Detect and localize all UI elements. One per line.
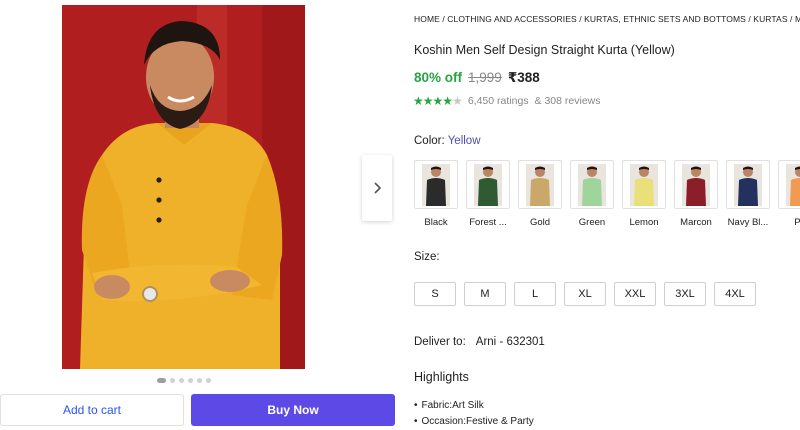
reviews-count: & 308 reviews	[534, 95, 601, 107]
breadcrumb[interactable]: HOME / CLOTHING AND ACCESSORIES / KURTAS…	[414, 14, 800, 24]
color-option-label: Marcon	[680, 217, 712, 228]
color-thumbnail	[466, 160, 510, 209]
color-thumbnail	[518, 160, 562, 209]
star-icon: ★	[442, 94, 453, 108]
color-thumbnail-image	[630, 163, 658, 206]
size-option[interactable]: 3XL	[664, 282, 706, 306]
delivery-row[interactable]: Deliver to: Arni - 632301	[414, 336, 545, 348]
selected-color: Yellow	[447, 135, 481, 147]
star-icon: ★	[422, 94, 434, 108]
color-option-label: Gold	[529, 217, 551, 228]
color-thumbnail-image	[734, 163, 762, 206]
highlights-list: Fabric:Art SilkOccasion:Festive & Party	[414, 398, 534, 430]
gallery-dot[interactable]	[206, 378, 211, 383]
color-thumbnail	[726, 160, 770, 209]
star-icon: ★	[413, 94, 424, 108]
gallery-dot[interactable]	[157, 378, 166, 383]
deliver-label: Deliver to:	[414, 336, 466, 348]
rating-row[interactable]: ★★★★★ 6,450 ratings & 308 reviews	[413, 94, 601, 108]
size-option[interactable]: L	[514, 282, 556, 306]
color-thumbnail	[570, 160, 614, 209]
color-thumbnail	[414, 160, 458, 209]
color-option[interactable]: Pe	[778, 160, 800, 228]
color-option-label: Black	[424, 217, 448, 228]
color-option-label: Pe	[794, 217, 800, 228]
color-swatches: Black Forest ... Gold Green Lemon Marcon Navy …	[414, 160, 800, 228]
next-image-button[interactable]	[362, 155, 392, 221]
gallery-dot[interactable]	[197, 378, 202, 383]
color-thumbnail-image	[422, 163, 450, 206]
color-thumbnail-image	[786, 163, 800, 206]
color-thumbnail	[778, 160, 800, 209]
buy-now-button[interactable]: Buy Now	[191, 394, 395, 426]
size-option[interactable]: XL	[564, 282, 606, 306]
color-thumbnail-image	[682, 163, 710, 206]
highlight-item: Occasion:Festive & Party	[414, 414, 534, 430]
color-thumbnail-image	[578, 163, 606, 206]
product-title: Koshin Men Self Design Straight Kurta (Y…	[414, 43, 675, 57]
size-option[interactable]: M	[464, 282, 506, 306]
highlight-item: Fabric:Art Silk	[414, 398, 534, 414]
color-option[interactable]: Forest ...	[466, 160, 510, 228]
gallery-dot[interactable]	[188, 378, 193, 383]
deliver-location[interactable]: Arni - 632301	[476, 336, 545, 348]
highlights-title: Highlights	[414, 370, 469, 384]
selling-price: ₹388	[507, 70, 540, 85]
star-icon: ★	[452, 94, 463, 108]
color-thumbnail	[674, 160, 718, 209]
color-option-label: Lemon	[629, 217, 659, 228]
color-thumbnail	[622, 160, 666, 209]
color-thumbnail-image	[474, 163, 502, 206]
size-option[interactable]: S	[414, 282, 456, 306]
discount-label: 80% off	[414, 70, 463, 85]
color-option[interactable]: Gold	[518, 160, 562, 228]
gallery-dots	[157, 378, 211, 383]
size-option[interactable]: XXL	[614, 282, 656, 306]
color-option-label: Green	[578, 217, 606, 228]
color-option[interactable]: Green	[570, 160, 614, 228]
size-option[interactable]: 4XL	[714, 282, 756, 306]
color-label-text: Color:	[414, 135, 445, 147]
color-label: Color: Yellow	[414, 135, 481, 147]
add-to-cart-button[interactable]: Add to cart	[0, 394, 184, 426]
star-icon: ★	[432, 94, 444, 108]
product-image[interactable]	[62, 5, 305, 369]
chevron-right-icon	[374, 182, 382, 194]
color-option[interactable]: Marcon	[674, 160, 718, 228]
color-option-label: Forest ...	[469, 217, 507, 228]
color-option[interactable]: Navy Bl...	[726, 160, 770, 228]
gallery-dot[interactable]	[170, 378, 175, 383]
color-thumbnail-image	[526, 163, 554, 206]
price-row: 80% off 1,999 ₹388	[414, 70, 540, 86]
ratings-count: 6,450 ratings	[467, 95, 529, 107]
color-option[interactable]: Black	[414, 160, 458, 228]
size-options: S M L XL XXL 3XL 4XL	[414, 282, 756, 306]
color-option[interactable]: Lemon	[622, 160, 666, 228]
mrp-price: 1,999	[468, 70, 502, 85]
gallery-dot[interactable]	[179, 378, 184, 383]
size-label: Size:	[414, 251, 440, 263]
rating-stars: ★★★★★	[413, 94, 463, 108]
color-option-label: Navy Bl...	[727, 217, 769, 228]
